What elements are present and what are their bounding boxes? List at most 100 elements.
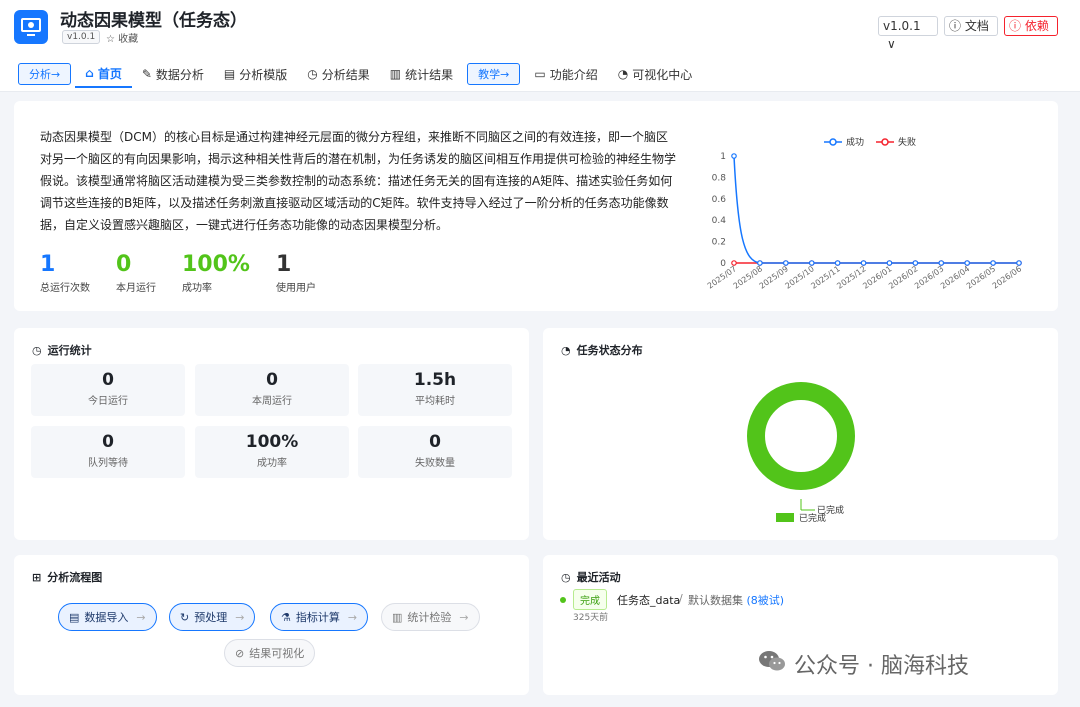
data-point — [1016, 260, 1022, 266]
y-tick-label: 0.4 — [712, 216, 727, 226]
kpi-value: 1 — [275, 252, 292, 277]
kpi-value: 1 — [40, 252, 56, 277]
kpi-label: 成功率 — [182, 283, 212, 294]
history-icon: ◷ — [307, 67, 318, 81]
y-tick-label: 1 — [720, 152, 726, 162]
refresh-icon: ↻ — [180, 610, 190, 624]
stat-value: 0 — [102, 432, 114, 452]
dependency-button[interactable]: ⓘ 依赖 — [1004, 16, 1058, 36]
list-icon: ▤ — [69, 610, 80, 624]
file-icon: ▤ — [223, 67, 236, 81]
kpi-value: 0 — [116, 252, 132, 277]
flow-title: ⊞ 分析流程图 — [32, 569, 102, 585]
data-point — [808, 260, 815, 266]
doc-button-label: 文档 — [964, 19, 989, 33]
y-tick-label: 0 — [720, 259, 726, 269]
nav-teach-pill[interactable]: 教学→ — [467, 63, 521, 85]
tab-features[interactable]: ▭ 功能介绍 — [524, 60, 607, 88]
doc-button[interactable]: ⓘ 文档 — [944, 16, 998, 36]
kpi-success-rate: 100% 成功率 — [182, 251, 250, 294]
version-select-value: v1.0.1 — [883, 19, 921, 33]
bar-chart-icon: ▥ — [392, 610, 403, 624]
flow-step-visualize[interactable]: ⊘ 结果可视化 — [224, 639, 316, 667]
arrow-right-icon: → — [459, 610, 469, 624]
run-stats-title-text: 运行统计 — [47, 344, 92, 357]
run-stats-card: ◷ 运行统计 0 今日运行 0 本周运行 1.5h 平均耗时 0 队列等待 10… — [14, 328, 529, 540]
activity-separator: / — [679, 592, 683, 605]
tab-results[interactable]: ◷ 分析结果 — [297, 60, 380, 88]
stat-failures: 0 失败数量 — [358, 426, 512, 478]
kpi-label: 总运行次数 — [40, 283, 90, 294]
nav-analysis-pill[interactable]: 分析→ — [18, 63, 72, 85]
kpi-row: 1 总运行次数 0 本月运行 100% 成功率 1 使用用户 — [40, 251, 342, 294]
tab-stats-results-label: 统计结果 — [405, 67, 454, 82]
check-circle-icon: ⊘ — [235, 646, 245, 660]
data-point — [834, 260, 841, 266]
version-select[interactable]: v1.0.1 ∨ — [878, 16, 938, 51]
run-stats-title: ◷ 运行统计 — [32, 342, 92, 358]
activity-time: 325天前 — [573, 613, 609, 623]
flow-step-data-import[interactable]: ▤ 数据导入 → — [58, 603, 157, 631]
favorite-button[interactable]: ☆ 收藏 — [106, 30, 138, 45]
tab-template[interactable]: ▤ 分析模版 — [214, 60, 297, 88]
flow-step-label: 统计检验 — [407, 611, 452, 624]
watermark-text: 公众号 · 脑海科技 — [794, 654, 969, 679]
tab-features-label: 功能介绍 — [549, 67, 598, 82]
kpi-value: 100% — [182, 252, 250, 277]
legend-label: 失败 — [898, 136, 916, 148]
arrow-right-icon: → — [235, 610, 245, 624]
data-point — [783, 260, 789, 266]
stat-label: 成功率 — [257, 458, 287, 469]
stat-today: 0 今日运行 — [31, 364, 185, 416]
tab-stats-results[interactable]: ▥ 统计结果 — [380, 60, 463, 88]
home-icon: ⌂ — [85, 66, 94, 80]
help-circle-icon: ⓘ — [949, 19, 962, 33]
intro-text: 动态因果模型（DCM）的核心目标是通过构建神经元层面的微分方程组，来推断不同脑区… — [40, 130, 677, 232]
data-point — [990, 260, 996, 266]
app-header: 动态因果模型（任务态） v1.0.1 ☆ 收藏 v1.0.1 ∨ ⓘ 文档 ⓘ … — [0, 0, 1080, 92]
flow-step-metric-calc[interactable]: ⚗ 指标计算 → — [270, 603, 369, 631]
tab-home[interactable]: ⌂ 首页 — [75, 60, 132, 88]
arrow-right-icon: → — [136, 610, 146, 624]
page-title: 动态因果模型（任务态） — [60, 11, 247, 31]
stat-week: 0 本周运行 — [195, 364, 349, 416]
y-tick-label: 0.6 — [712, 195, 727, 205]
data-point — [938, 260, 945, 266]
analysis-flow-card: ⊞ 分析流程图 ▤ 数据导入 → ↻ 预处理 → ⚗ 指标计算 → ▥ 统计检验… — [14, 555, 529, 695]
activity-task-name[interactable]: 任务态_data — [617, 592, 680, 608]
tab-results-label: 分析结果 — [321, 67, 370, 82]
activity-subjects-link[interactable]: (8被试) — [747, 594, 785, 607]
data-point — [731, 260, 737, 266]
kpi-total-runs: 1 总运行次数 — [40, 251, 90, 294]
edit-icon: ✎ — [141, 67, 152, 81]
legend-marker — [881, 138, 889, 146]
flow-step-stat-test[interactable]: ▥ 统计检验 → — [381, 603, 480, 631]
flow-step-label: 指标计算 — [295, 611, 340, 624]
flow-step-label: 结果可视化 — [249, 647, 305, 660]
y-tick-label: 0.8 — [712, 173, 727, 183]
data-point — [912, 260, 919, 266]
stat-label: 本周运行 — [252, 396, 292, 407]
flask-icon: ⚗ — [281, 610, 291, 624]
donut-ring-completed[interactable] — [747, 382, 855, 490]
activity-dataset: 默认数据集 (8被试) — [688, 592, 784, 608]
stat-label: 队列等待 — [88, 458, 128, 469]
data-point — [886, 260, 893, 266]
flow-step-preprocess[interactable]: ↻ 预处理 → — [169, 603, 256, 631]
watermark: 公众号 · 脑海科技 — [758, 648, 969, 680]
app-logo-icon — [14, 10, 48, 44]
tab-viz-center[interactable]: ◔ 可视化中心 — [608, 60, 703, 88]
tab-viz-center-label: 可视化中心 — [632, 67, 693, 82]
kpi-label: 本月运行 — [116, 283, 156, 294]
monitor-icon: ▭ — [534, 67, 546, 81]
tab-data-analysis[interactable]: ✎ 数据分析 — [132, 60, 214, 88]
bar-chart-icon: ▥ — [389, 67, 402, 81]
stat-success-rate: 100% 成功率 — [195, 426, 349, 478]
arrow-right-icon: → — [347, 610, 358, 624]
stat-value: 0 — [429, 432, 441, 452]
activity-status-dot — [560, 597, 566, 603]
flow-step-label: 预处理 — [194, 611, 228, 624]
trend-line-chart: 00.20.40.60.812025/072025/082025/092025/… — [706, 136, 1023, 291]
x-tick-label: 2026/06 — [991, 264, 1023, 290]
stat-avg-time: 1.5h 平均耗时 — [358, 364, 512, 416]
